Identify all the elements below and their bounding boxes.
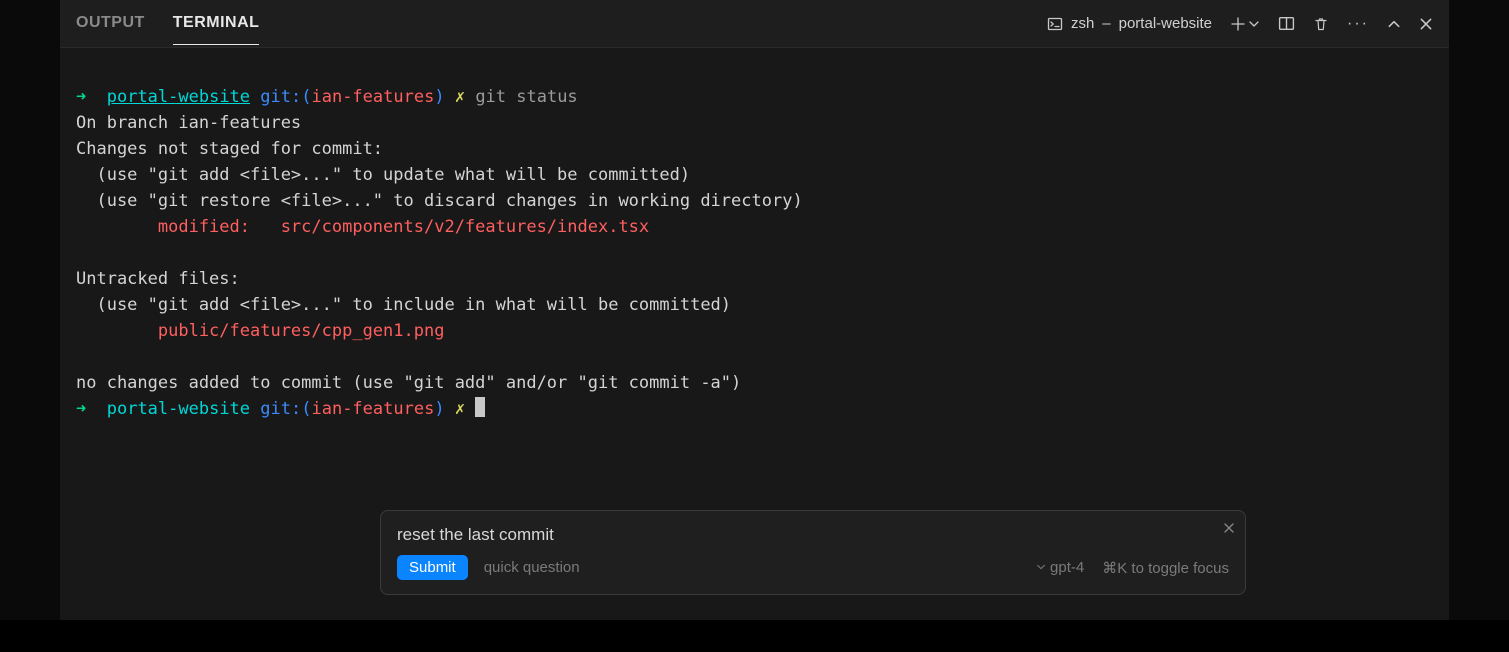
out-line: Changes not staged for commit: bbox=[76, 139, 383, 159]
model-selector[interactable]: gpt-4 bbox=[1036, 559, 1084, 576]
out-line: Untracked files: bbox=[76, 269, 240, 289]
submit-button[interactable]: Submit bbox=[397, 555, 468, 580]
prompt-cwd: portal-website bbox=[107, 87, 250, 107]
close-icon[interactable] bbox=[1223, 521, 1235, 539]
paren-close: ) bbox=[434, 399, 444, 419]
tab-group: OUTPUT TERMINAL bbox=[76, 2, 259, 45]
git-label: git: bbox=[260, 87, 301, 107]
panel-tabbar: OUTPUT TERMINAL zsh – portal-website bbox=[60, 0, 1449, 48]
out-line-modified: modified: src/components/v2/features/ind… bbox=[76, 217, 649, 237]
paren-close: ) bbox=[434, 87, 444, 107]
paren-open: ( bbox=[301, 399, 311, 419]
focus-hint: ⌘K to toggle focus bbox=[1102, 559, 1229, 577]
git-branch: ian-features bbox=[311, 87, 434, 107]
trash-icon[interactable] bbox=[1313, 16, 1329, 32]
bottom-strip bbox=[0, 620, 1509, 652]
shell-name: zsh bbox=[1071, 15, 1094, 32]
terminal-cursor bbox=[475, 397, 485, 417]
model-name: gpt-4 bbox=[1050, 559, 1084, 576]
command-text: git status bbox=[475, 87, 577, 107]
paren-open: ( bbox=[301, 87, 311, 107]
out-line: On branch ian-features bbox=[76, 113, 301, 133]
project-name: portal-website bbox=[1119, 15, 1212, 32]
prompt-cwd: portal-website bbox=[107, 399, 250, 419]
terminal-process-label[interactable]: zsh – portal-website bbox=[1047, 15, 1212, 32]
tab-output[interactable]: OUTPUT bbox=[76, 2, 145, 45]
dirty-mark: ✗ bbox=[455, 87, 465, 107]
new-terminal-button[interactable] bbox=[1230, 16, 1260, 32]
chevron-down-icon bbox=[1036, 562, 1046, 572]
out-line-untracked: public/features/cpp_gen1.png bbox=[76, 321, 444, 341]
terminal-panel: OUTPUT TERMINAL zsh – portal-website bbox=[60, 0, 1449, 620]
ai-input[interactable] bbox=[397, 525, 1229, 545]
terminal-output[interactable]: ➜ portal-website git:(ian-features) ✗ gi… bbox=[60, 48, 1449, 458]
close-icon[interactable] bbox=[1419, 17, 1433, 31]
out-line: no changes added to commit (use "git add… bbox=[76, 373, 741, 393]
out-line: (use "git restore <file>..." to discard … bbox=[76, 191, 803, 211]
prompt-arrow: ➜ bbox=[76, 399, 86, 419]
ai-controls-row: Submit quick question gpt-4 ⌘K to toggle… bbox=[397, 555, 1229, 580]
tab-terminal[interactable]: TERMINAL bbox=[173, 2, 260, 45]
ai-prompt-box: Submit quick question gpt-4 ⌘K to toggle… bbox=[380, 510, 1246, 595]
plus-icon bbox=[1230, 16, 1246, 32]
prompt-arrow: ➜ bbox=[76, 87, 86, 107]
split-terminal-icon[interactable] bbox=[1278, 15, 1295, 32]
more-icon[interactable]: ··· bbox=[1347, 15, 1369, 33]
out-line: (use "git add <file>..." to include in w… bbox=[76, 295, 731, 315]
dirty-mark: ✗ bbox=[455, 399, 465, 419]
chevron-up-icon[interactable] bbox=[1387, 17, 1401, 31]
ai-placeholder-hint: quick question bbox=[484, 559, 580, 576]
out-line: (use "git add <file>..." to update what … bbox=[76, 165, 690, 185]
git-branch: ian-features bbox=[311, 399, 434, 419]
dash: – bbox=[1102, 15, 1110, 32]
chevron-down-icon[interactable] bbox=[1248, 18, 1260, 30]
git-label: git: bbox=[260, 399, 301, 419]
terminal-icon bbox=[1047, 16, 1063, 32]
terminal-toolbar: zsh – portal-website ··· bbox=[1047, 15, 1433, 33]
